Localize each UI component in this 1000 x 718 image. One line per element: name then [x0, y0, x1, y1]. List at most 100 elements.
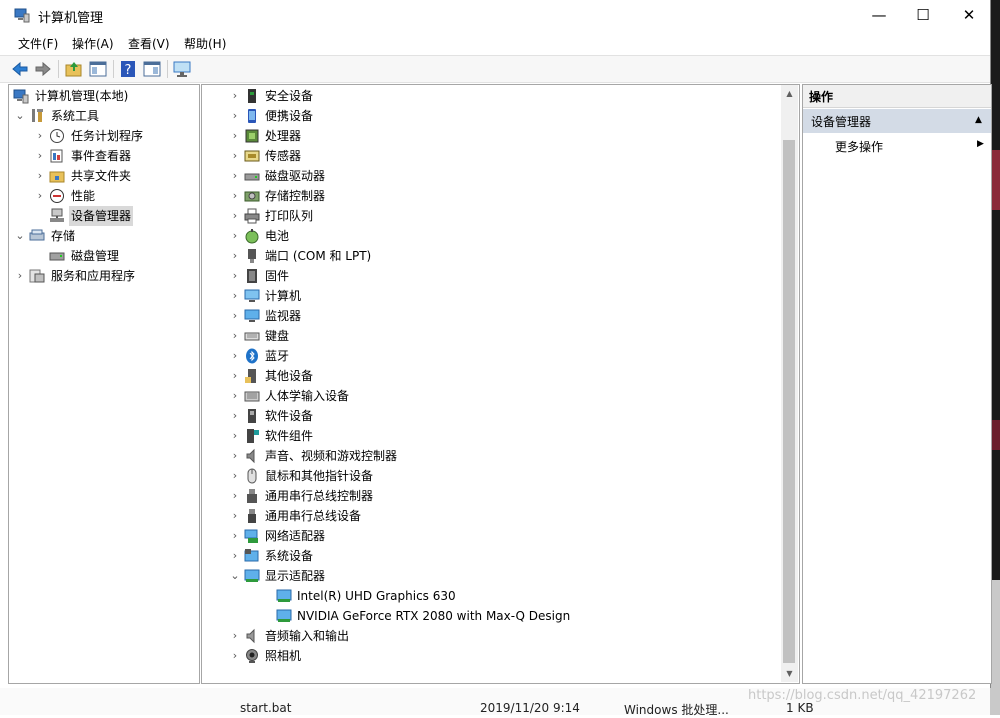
file-type: Windows 批处理...	[624, 703, 729, 717]
device-category[interactable]: › 键盘	[228, 326, 772, 346]
tree-item[interactable]: ⌄ 存储	[13, 226, 195, 246]
menu-action[interactable]: 操作(A)	[72, 35, 114, 52]
scrollbar-thumb[interactable]	[783, 140, 795, 663]
expand-chevron-icon[interactable]: ›	[228, 206, 242, 226]
maximize-button[interactable]: ☐	[900, 0, 946, 30]
tree-item[interactable]: 磁盘管理	[33, 246, 195, 266]
forward-icon[interactable]	[33, 59, 53, 79]
more-actions-item[interactable]: 更多操作 ▶	[803, 135, 991, 155]
expand-chevron-icon[interactable]: ›	[228, 546, 242, 566]
file-name: start.bat	[240, 701, 292, 715]
device-category[interactable]: › 打印队列	[228, 206, 772, 226]
menu-help[interactable]: 帮助(H)	[184, 35, 226, 52]
tree-item[interactable]: › 任务计划程序	[33, 126, 195, 146]
expand-chevron-icon[interactable]: ›	[33, 146, 47, 166]
device-category[interactable]: ⌄ 显示适配器	[228, 566, 772, 586]
expand-chevron-icon[interactable]: ›	[228, 266, 242, 286]
tree-item[interactable]: › 共享文件夹	[33, 166, 195, 186]
expand-chevron-icon[interactable]: ›	[33, 126, 47, 146]
tree-item-label: 事件查看器	[71, 149, 132, 163]
expand-chevron-icon[interactable]: ›	[228, 126, 242, 146]
device-category[interactable]: › 人体学输入设备	[228, 386, 772, 406]
monitor-icon[interactable]	[172, 59, 192, 79]
actions-section-device-manager[interactable]: 设备管理器 ▲	[803, 109, 991, 133]
scroll-down-arrow[interactable]: ▼	[781, 665, 798, 682]
device-category[interactable]: › 计算机	[228, 286, 772, 306]
expand-chevron-icon[interactable]: ›	[228, 486, 242, 506]
collapse-chevron-icon[interactable]: ⌄	[228, 566, 242, 586]
expand-chevron-icon[interactable]: ›	[33, 186, 47, 206]
expand-chevron-icon[interactable]: ›	[228, 106, 242, 126]
expand-chevron-icon[interactable]: ›	[228, 466, 242, 486]
device-category[interactable]: › 电池	[228, 226, 772, 246]
menu-file[interactable]: 文件(F)	[18, 35, 58, 52]
device-category[interactable]: › 端口 (COM 和 LPT)	[228, 246, 772, 266]
device-category[interactable]: › 通用串行总线设备	[228, 506, 772, 526]
collapse-caret-icon[interactable]: ▲	[975, 115, 982, 125]
device-category[interactable]: › 安全设备	[228, 86, 772, 106]
device-category[interactable]: › 便携设备	[228, 106, 772, 126]
expand-chevron-icon[interactable]: ›	[228, 446, 242, 466]
expand-chevron-icon[interactable]: ›	[228, 246, 242, 266]
collapse-chevron-icon[interactable]: ⌄	[13, 226, 27, 246]
console-tree-icon[interactable]	[142, 59, 162, 79]
tree-item[interactable]: ⌄ 系统工具	[13, 106, 195, 126]
close-button[interactable]: ✕	[946, 0, 992, 30]
expand-chevron-icon[interactable]: ›	[228, 346, 242, 366]
device-category[interactable]: › 网络适配器	[228, 526, 772, 546]
device-category[interactable]: › 软件组件	[228, 426, 772, 446]
tree-item[interactable]: › 服务和应用程序	[13, 266, 195, 286]
scroll-up-arrow[interactable]: ▲	[781, 85, 798, 102]
tree-root[interactable]: 计算机管理(本地)	[13, 86, 193, 106]
help-icon[interactable]: ?	[118, 59, 138, 79]
expand-chevron-icon[interactable]: ›	[228, 426, 242, 446]
usb-device-icon	[244, 508, 260, 524]
expand-chevron-icon[interactable]: ›	[228, 526, 242, 546]
expand-chevron-icon[interactable]: ›	[228, 166, 242, 186]
expand-chevron-icon[interactable]: ›	[228, 186, 242, 206]
expand-chevron-icon[interactable]: ›	[228, 406, 242, 426]
expand-chevron-icon[interactable]: ›	[228, 226, 242, 246]
device-category[interactable]: › 固件	[228, 266, 772, 286]
menu-view[interactable]: 查看(V)	[128, 35, 170, 52]
expand-chevron-icon[interactable]: ›	[228, 366, 242, 386]
device-item[interactable]: Intel(R) UHD Graphics 630	[260, 586, 772, 606]
device-category[interactable]: › 监视器	[228, 306, 772, 326]
tree-item[interactable]: › 性能	[33, 186, 195, 206]
device-category[interactable]: › 传感器	[228, 146, 772, 166]
device-category[interactable]: › 其他设备	[228, 366, 772, 386]
expand-chevron-icon[interactable]: ›	[228, 646, 242, 666]
expand-chevron-icon[interactable]: ›	[228, 626, 242, 646]
expand-chevron-icon[interactable]: ›	[228, 86, 242, 106]
device-item[interactable]: NVIDIA GeForce RTX 2080 with Max-Q Desig…	[260, 606, 772, 626]
title-bar[interactable]: 计算机管理 — ☐ ✕	[0, 0, 990, 30]
actions-header: 操作	[803, 85, 991, 108]
show-hide-tree-icon[interactable]	[88, 59, 108, 79]
vertical-scrollbar[interactable]: ▲ ▼	[781, 85, 798, 682]
tree-item[interactable]: › 事件查看器	[33, 146, 195, 166]
device-category[interactable]: › 软件设备	[228, 406, 772, 426]
expand-chevron-icon[interactable]: ›	[228, 146, 242, 166]
expand-chevron-icon[interactable]: ›	[228, 306, 242, 326]
expand-chevron-icon[interactable]: ›	[228, 326, 242, 346]
device-category[interactable]: › 照相机	[228, 646, 772, 666]
up-folder-icon[interactable]	[64, 59, 84, 79]
minimize-button[interactable]: —	[856, 0, 902, 30]
expand-chevron-icon[interactable]: ›	[228, 286, 242, 306]
expand-chevron-icon[interactable]: ›	[13, 266, 27, 286]
device-category[interactable]: › 声音、视频和游戏控制器	[228, 446, 772, 466]
expand-chevron-icon[interactable]: ›	[228, 506, 242, 526]
device-category[interactable]: › 存储控制器	[228, 186, 772, 206]
expand-chevron-icon[interactable]: ›	[33, 166, 47, 186]
expand-chevron-icon[interactable]: ›	[228, 386, 242, 406]
device-category[interactable]: › 蓝牙	[228, 346, 772, 366]
tree-item[interactable]: 设备管理器	[33, 206, 195, 226]
device-category[interactable]: › 处理器	[228, 126, 772, 146]
device-category[interactable]: › 鼠标和其他指针设备	[228, 466, 772, 486]
device-category[interactable]: › 音频输入和输出	[228, 626, 772, 646]
device-category[interactable]: › 磁盘驱动器	[228, 166, 772, 186]
collapse-chevron-icon[interactable]: ⌄	[13, 106, 27, 126]
device-category[interactable]: › 系统设备	[228, 546, 772, 566]
device-category[interactable]: › 通用串行总线控制器	[228, 486, 772, 506]
back-icon[interactable]	[10, 59, 30, 79]
